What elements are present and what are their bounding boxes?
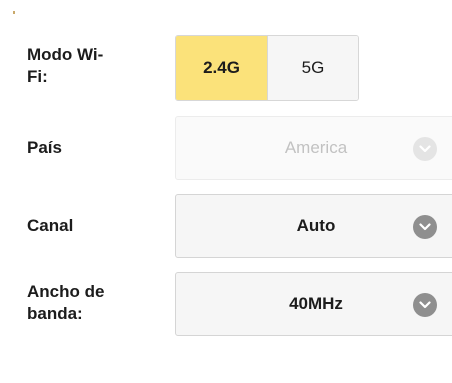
wifi-mode-row: Modo Wi- Fi: 2.4G 5G [0, 35, 452, 101]
bandwidth-label: Ancho de banda: [27, 282, 105, 323]
chevron-down-icon [413, 293, 437, 317]
country-value: America [284, 138, 348, 157]
wifi-mode-toggle: 2.4G 5G [175, 35, 359, 101]
wifi-mode-option-5g[interactable]: 5G [267, 36, 358, 100]
bandwidth-row: Ancho de banda: 40MHz [0, 272, 452, 336]
wifi-mode-option-2g4[interactable]: 2.4G [176, 36, 267, 100]
wifi-mode-label: Modo Wi- Fi: [27, 45, 104, 86]
country-label: País [27, 138, 62, 157]
channel-row: Canal Auto [0, 194, 452, 258]
corner-mark [13, 11, 15, 14]
chevron-down-icon [413, 215, 437, 239]
country-select: America [175, 116, 452, 180]
channel-value: Auto [296, 216, 336, 235]
channel-label: Canal [27, 216, 74, 235]
country-row: País America [0, 116, 452, 180]
channel-select[interactable]: Auto [175, 194, 452, 258]
chevron-down-icon [413, 137, 437, 161]
bandwidth-select[interactable]: 40MHz [175, 272, 452, 336]
bandwidth-value: 40MHz [289, 294, 343, 313]
